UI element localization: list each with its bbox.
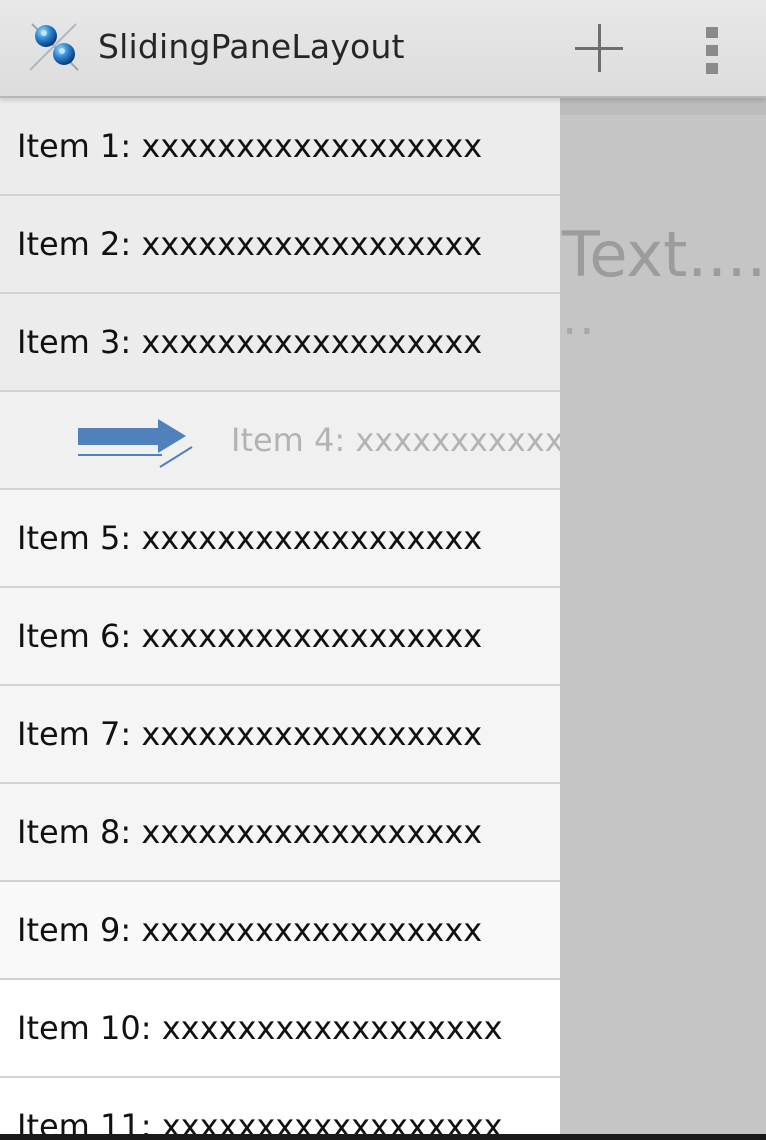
list-item[interactable]: Item 5: xxxxxxxxxxxxxxxxxx: [0, 490, 560, 588]
detail-pane-shadow: [560, 98, 766, 115]
list-item[interactable]: Item 1: xxxxxxxxxxxxxxxxxx: [0, 98, 560, 196]
overflow-menu-icon[interactable]: [690, 20, 734, 76]
list-item[interactable]: Item 11: xxxxxxxxxxxxxxxxxx: [0, 1078, 560, 1140]
list-item-label: Item 9: xxxxxxxxxxxxxxxxxx: [17, 911, 483, 949]
detail-text-continuation: ..: [562, 290, 597, 346]
list-item[interactable]: Item 2: xxxxxxxxxxxxxxxxxx: [0, 196, 560, 294]
list-item[interactable]: Item 3: xxxxxxxxxxxxxxxxxx: [0, 294, 560, 392]
list-item-label: Item 7: xxxxxxxxxxxxxxxxxx: [17, 715, 483, 753]
pushpins-icon[interactable]: [26, 20, 84, 76]
list-item-label: Item 4: xxxxxxxxxxxxxxxxxx: [231, 421, 560, 459]
detail-text: Text......: [562, 218, 766, 291]
bottom-edge: [0, 1134, 766, 1140]
action-bar: SlidingPaneLayout: [0, 0, 766, 98]
list-item[interactable]: Item 6: xxxxxxxxxxxxxxxxxx: [0, 588, 560, 686]
list-item[interactable]: Item 10: xxxxxxxxxxxxxxxxxx: [0, 980, 560, 1078]
list-item-label: Item 5: xxxxxxxxxxxxxxxxxx: [17, 519, 483, 557]
list-item-label: Item 8: xxxxxxxxxxxxxxxxxx: [17, 813, 483, 851]
list-item[interactable]: Item 9: xxxxxxxxxxxxxxxxxx: [0, 882, 560, 980]
dragged-list-item[interactable]: Item 4: xxxxxxxxxxxxxxxxxx: [0, 392, 560, 490]
list-item[interactable]: Item 8: xxxxxxxxxxxxxxxxxx: [0, 784, 560, 882]
app-title: SlidingPaneLayout: [98, 27, 405, 66]
detail-pane: Text...... ..: [560, 98, 766, 1140]
list-item-label: Item 6: xxxxxxxxxxxxxxxxxx: [17, 617, 483, 655]
list-item-label: Item 11: xxxxxxxxxxxxxxxxxx: [17, 1107, 503, 1140]
list-item-label: Item 10: xxxxxxxxxxxxxxxxxx: [17, 1009, 503, 1047]
list-item[interactable]: Item 7: xxxxxxxxxxxxxxxxxx: [0, 686, 560, 784]
list-item-label: Item 3: xxxxxxxxxxxxxxxxxx: [17, 323, 483, 361]
plus-icon[interactable]: [568, 18, 630, 80]
right-arrow-icon: [74, 414, 198, 468]
list-item-label: Item 1: xxxxxxxxxxxxxxxxxx: [17, 127, 483, 165]
list-item-label: Item 2: xxxxxxxxxxxxxxxxxx: [17, 225, 483, 263]
item-list[interactable]: Item 1: xxxxxxxxxxxxxxxxxx Item 2: xxxxx…: [0, 98, 560, 1140]
